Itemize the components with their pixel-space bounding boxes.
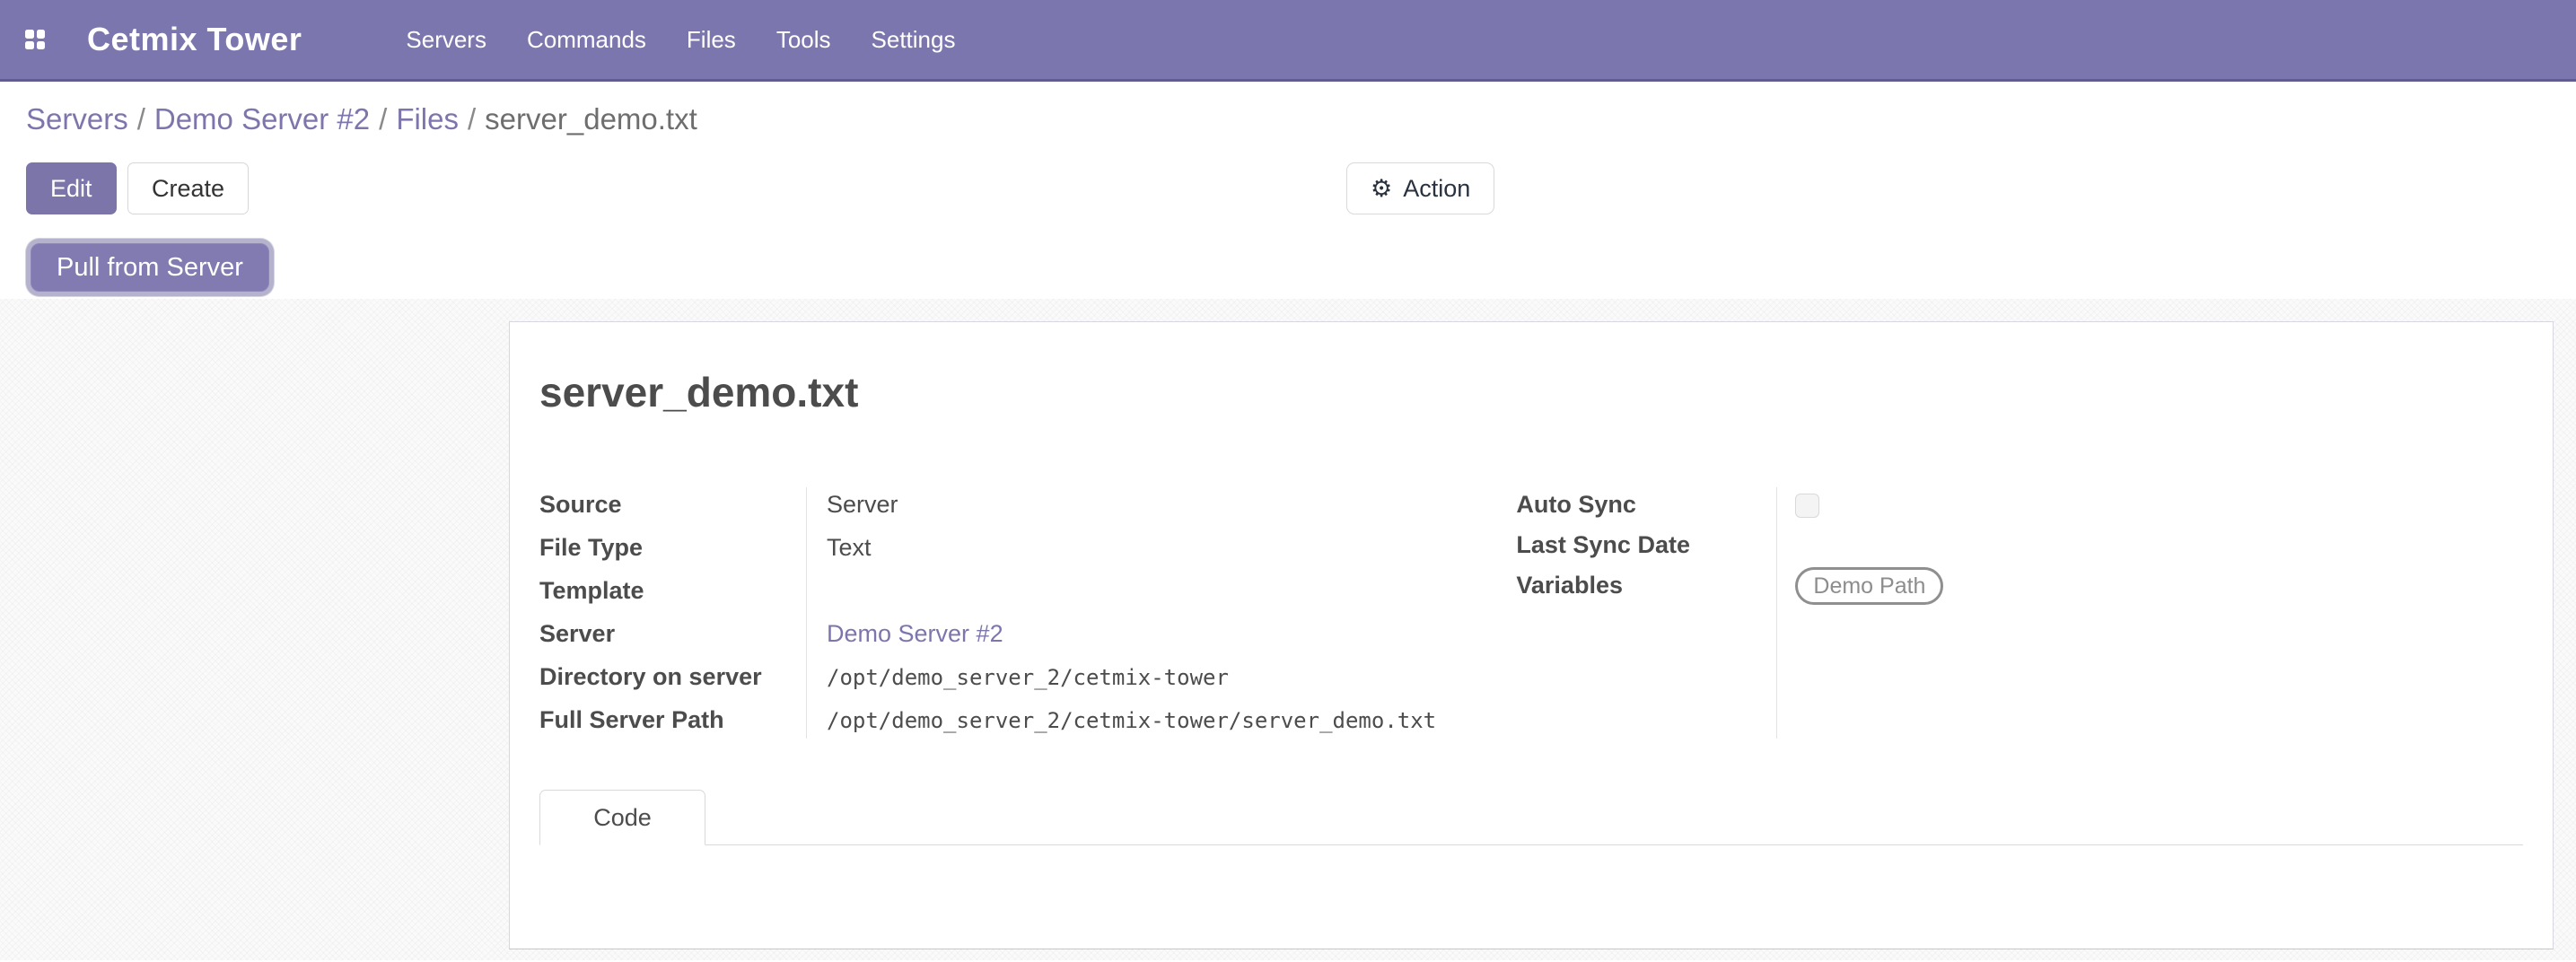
field-label-directory: Directory on server — [539, 662, 806, 693]
field-row-source: Source Server — [539, 484, 1449, 527]
form-sheet: server_demo.txt Source Server File Type … — [509, 321, 2554, 949]
breadcrumb-separator: / — [459, 102, 485, 136]
breadcrumb-link-demo-server[interactable]: Demo Server #2 — [154, 102, 370, 136]
action-button-label: Action — [1403, 175, 1470, 203]
field-label-variables: Variables — [1516, 571, 1776, 601]
breadcrumb-link-files[interactable]: Files — [396, 102, 459, 136]
main-menu: Servers Commands Files Tools Settings — [406, 26, 955, 54]
action-dropdown-button[interactable]: ⚙ Action — [1346, 162, 1494, 214]
brand-title[interactable]: Cetmix Tower — [87, 21, 302, 58]
breadcrumb: Servers/Demo Server #2/Files/server_demo… — [26, 101, 2550, 137]
top-navbar: Cetmix Tower Servers Commands Files Tool… — [0, 0, 2576, 82]
field-row-auto-sync: Auto Sync — [1516, 484, 2523, 527]
breadcrumb-separator: / — [128, 102, 154, 136]
field-label-server: Server — [539, 619, 806, 650]
auto-sync-checkbox[interactable] — [1795, 494, 1819, 518]
server-record-link[interactable]: Demo Server #2 — [827, 620, 1003, 647]
field-group-left: Source Server File Type Text Template Se… — [539, 484, 1449, 742]
field-value-server: Demo Server #2 — [806, 619, 1003, 650]
apps-grid-icon[interactable] — [25, 30, 45, 49]
field-value-full-path: /opt/demo_server_2/cetmix-tower/server_d… — [806, 707, 1436, 734]
menu-item-commands[interactable]: Commands — [527, 26, 646, 54]
field-label-source: Source — [539, 490, 806, 520]
field-label-file-type: File Type — [539, 533, 806, 564]
field-label-template: Template — [539, 576, 806, 607]
breadcrumb-separator: / — [370, 102, 396, 136]
field-groups: Source Server File Type Text Template Se… — [539, 484, 2523, 742]
menu-item-servers[interactable]: Servers — [406, 26, 486, 54]
tab-code-content — [539, 845, 2523, 948]
record-title: server_demo.txt — [539, 367, 2523, 418]
group-separator-line — [1776, 487, 1777, 739]
breadcrumb-link-servers[interactable]: Servers — [26, 102, 128, 136]
field-row-template: Template — [539, 570, 1449, 613]
field-value-directory: /opt/demo_server_2/cetmix-tower — [806, 664, 1229, 691]
field-row-server: Server Demo Server #2 — [539, 613, 1449, 656]
notebook-tabs: Code — [539, 790, 2523, 845]
field-row-file-type: File Type Text — [539, 527, 1449, 570]
edit-button[interactable]: Edit — [26, 162, 117, 214]
pull-from-server-button[interactable]: Pull from Server — [31, 243, 269, 292]
field-label-full-path: Full Server Path — [539, 705, 806, 736]
field-label-last-sync-date: Last Sync Date — [1516, 530, 1776, 561]
form-view-background: server_demo.txt Source Server File Type … — [0, 299, 2576, 960]
field-value-source: Server — [806, 490, 898, 520]
variable-tag-demo-path: Demo Path — [1795, 567, 1943, 605]
menu-item-tools[interactable]: Tools — [776, 26, 831, 54]
field-value-file-type: Text — [806, 533, 872, 564]
menu-item-files[interactable]: Files — [687, 26, 736, 54]
statusbar: Pull from Server — [26, 214, 2550, 299]
tab-code[interactable]: Code — [539, 790, 705, 845]
group-separator-line — [806, 487, 807, 739]
menu-item-settings[interactable]: Settings — [872, 26, 956, 54]
field-label-auto-sync: Auto Sync — [1516, 490, 1776, 520]
field-value-variables: Demo Path — [1776, 567, 1943, 605]
gear-icon: ⚙ — [1371, 177, 1392, 201]
field-row-directory: Directory on server /opt/demo_server_2/c… — [539, 656, 1449, 699]
action-buttons-row: Edit Create ⚙ Action — [26, 162, 2550, 214]
field-group-right: Auto Sync Last Sync Date Variables Demo … — [1516, 484, 2523, 742]
breadcrumb-current: server_demo.txt — [485, 102, 697, 136]
field-row-variables: Variables Demo Path — [1516, 564, 2523, 608]
create-button[interactable]: Create — [127, 162, 249, 214]
field-row-last-sync-date: Last Sync Date — [1516, 527, 2523, 564]
field-value-auto-sync — [1776, 494, 1819, 518]
control-panel: Servers/Demo Server #2/Files/server_demo… — [0, 82, 2576, 299]
field-row-full-path: Full Server Path /opt/demo_server_2/cetm… — [539, 699, 1449, 742]
